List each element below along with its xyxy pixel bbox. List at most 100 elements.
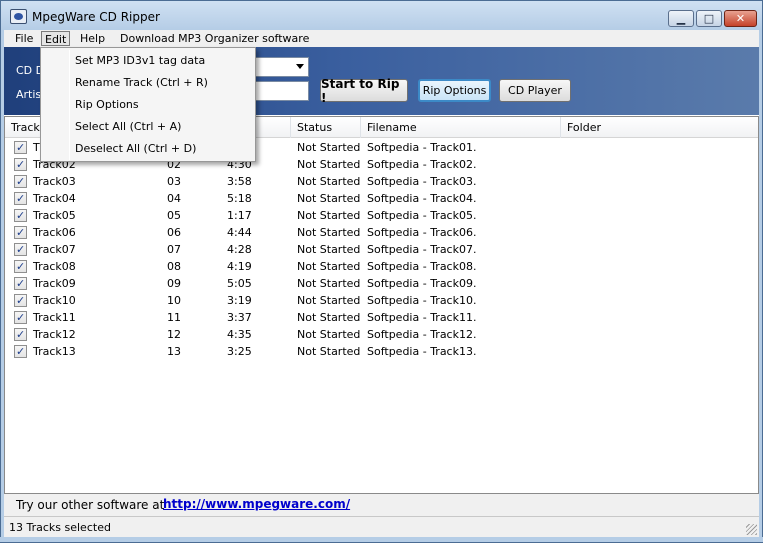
start-to-rip-button[interactable]: Start to Rip ! — [320, 77, 408, 105]
promo-footer: Try our other software at http://www.mpe… — [4, 494, 759, 516]
close-button[interactable]: ✕ — [724, 10, 757, 27]
track-checkbox[interactable] — [14, 275, 27, 292]
menu-item-rename-track[interactable]: Rename Track (Ctrl + R) — [75, 73, 208, 93]
column-header-filename[interactable]: Filename — [361, 117, 561, 138]
table-row[interactable]: Track11 11 3:37 Not Started Softpedia - Trac… — [5, 309, 758, 326]
track-number: 09 — [167, 277, 181, 290]
column-header-status[interactable]: Status — [291, 117, 361, 138]
track-time: 4:35 — [227, 328, 252, 341]
track-status: Not Started — [297, 192, 361, 205]
track-number: 07 — [167, 243, 181, 256]
chevron-down-icon[interactable] — [296, 64, 304, 69]
maximize-button[interactable]: □ — [696, 10, 722, 27]
track-filename: Softpedia - Track11. — [367, 311, 477, 324]
track-name: Track05 — [33, 209, 76, 222]
track-filename: Softpedia - Track02. — [367, 158, 477, 171]
track-checkbox[interactable] — [14, 258, 27, 275]
track-checkbox[interactable] — [14, 343, 27, 360]
track-status: Not Started — [297, 141, 361, 154]
table-row[interactable]: Track10 10 3:19 Not Started Softpedia - Trac… — [5, 292, 758, 309]
menu-file[interactable]: File — [12, 31, 36, 46]
track-name: Track03 — [33, 175, 76, 188]
track-checkbox[interactable] — [14, 326, 27, 343]
track-name: Track07 — [33, 243, 76, 256]
track-status: Not Started — [297, 175, 361, 188]
track-rows: TNot StartedSoftpedia - Track01.Track020… — [5, 139, 758, 360]
track-number: 04 — [167, 192, 181, 205]
title-bar[interactable]: MpegWare CD Ripper ▁ □ ✕ — [0, 0, 763, 30]
track-time: 3:25 — [227, 345, 252, 358]
cd-player-button[interactable]: CD Player — [499, 79, 571, 102]
column-header-folder[interactable]: Folder — [561, 117, 758, 138]
track-name: Track08 — [33, 260, 76, 273]
window-title: MpegWare CD Ripper — [32, 10, 160, 24]
window-frame-bottom — [0, 537, 763, 543]
rip-options-button[interactable]: Rip Options — [418, 79, 491, 102]
menu-item-rip-options[interactable]: Rip Options — [75, 95, 139, 115]
track-status: Not Started — [297, 243, 361, 256]
track-filename: Softpedia - Track12. — [367, 328, 477, 341]
menu-help[interactable]: Help — [77, 31, 108, 46]
menu-item-deselect-all[interactable]: Deselect All (Ctrl + D) — [75, 139, 196, 159]
track-checkbox[interactable] — [14, 190, 27, 207]
track-status: Not Started — [297, 328, 361, 341]
track-time: 5:18 — [227, 192, 252, 205]
track-time: 3:19 — [227, 294, 252, 307]
menu-item-select-all[interactable]: Select All (Ctrl + A) — [75, 117, 181, 137]
table-row[interactable]: Track06 06 4:44 Not Started Softpedia - Trac… — [5, 224, 758, 241]
track-status: Not Started — [297, 277, 361, 290]
status-text: 13 Tracks selected — [9, 521, 111, 534]
track-checkbox[interactable] — [14, 173, 27, 190]
table-row[interactable]: Track12 12 4:35 Not Started Softpedia - Trac… — [5, 326, 758, 343]
artist-field[interactable] — [252, 81, 309, 101]
table-row[interactable]: Track09 09 5:05 Not Started Softpedia - Trac… — [5, 275, 758, 292]
track-number: 11 — [167, 311, 181, 324]
track-status: Not Started — [297, 260, 361, 273]
menu-download-mp3-organizer[interactable]: Download MP3 Organizer software — [117, 31, 312, 46]
track-time: 4:19 — [227, 260, 252, 273]
track-time: 5:05 — [227, 277, 252, 290]
track-checkbox[interactable] — [14, 309, 27, 326]
track-filename: Softpedia - Track06. — [367, 226, 477, 239]
track-time: 4:28 — [227, 243, 252, 256]
menu-edit[interactable]: Edit — [41, 31, 71, 46]
promo-link[interactable]: http://www.mpegware.com/ — [163, 497, 350, 511]
window-frame-right — [759, 30, 763, 543]
track-list[interactable]: Track ime Status Filename Folder TNot St… — [4, 116, 759, 494]
cd-drive-select[interactable] — [252, 57, 309, 77]
track-name: Track13 — [33, 345, 76, 358]
track-checkbox[interactable] — [14, 292, 27, 309]
track-checkbox[interactable] — [14, 156, 27, 173]
track-name: Track11 — [33, 311, 76, 324]
track-time: 1:17 — [227, 209, 252, 222]
track-filename: Softpedia - Track13. — [367, 345, 477, 358]
track-checkbox[interactable] — [14, 139, 27, 156]
track-status: Not Started — [297, 158, 361, 171]
track-filename: Softpedia - Track07. — [367, 243, 477, 256]
minimize-button[interactable]: ▁ — [668, 10, 694, 27]
track-checkbox[interactable] — [14, 241, 27, 258]
table-row[interactable]: Track07 07 4:28 Not Started Softpedia - Trac… — [5, 241, 758, 258]
app-cd-icon[interactable] — [10, 9, 27, 24]
track-status: Not Started — [297, 345, 361, 358]
resize-grip-icon[interactable] — [746, 524, 757, 535]
track-checkbox[interactable] — [14, 224, 27, 241]
track-number: 12 — [167, 328, 181, 341]
table-row[interactable]: Track04 04 5:18 Not Started Softpedia - Trac… — [5, 190, 758, 207]
track-time: 3:37 — [227, 311, 252, 324]
track-filename: Softpedia - Track08. — [367, 260, 477, 273]
track-checkbox[interactable] — [14, 207, 27, 224]
table-row[interactable]: Track13 13 3:25 Not Started Softpedia - Trac… — [5, 343, 758, 360]
table-row[interactable]: Track03 03 3:58 Not Started Softpedia - Trac… — [5, 173, 758, 190]
track-number: 13 — [167, 345, 181, 358]
track-time: 4:44 — [227, 226, 252, 239]
track-name: Track06 — [33, 226, 76, 239]
table-row[interactable]: Track08 08 4:19 Not Started Softpedia - Trac… — [5, 258, 758, 275]
track-filename: Softpedia - Track09. — [367, 277, 477, 290]
menu-item-set-id3-tag[interactable]: Set MP3 ID3v1 tag data — [75, 51, 205, 71]
track-filename: Softpedia - Track04. — [367, 192, 477, 205]
track-number: 06 — [167, 226, 181, 239]
track-number: 03 — [167, 175, 181, 188]
track-filename: Softpedia - Track03. — [367, 175, 477, 188]
table-row[interactable]: Track05 05 1:17 Not Started Softpedia - Trac… — [5, 207, 758, 224]
